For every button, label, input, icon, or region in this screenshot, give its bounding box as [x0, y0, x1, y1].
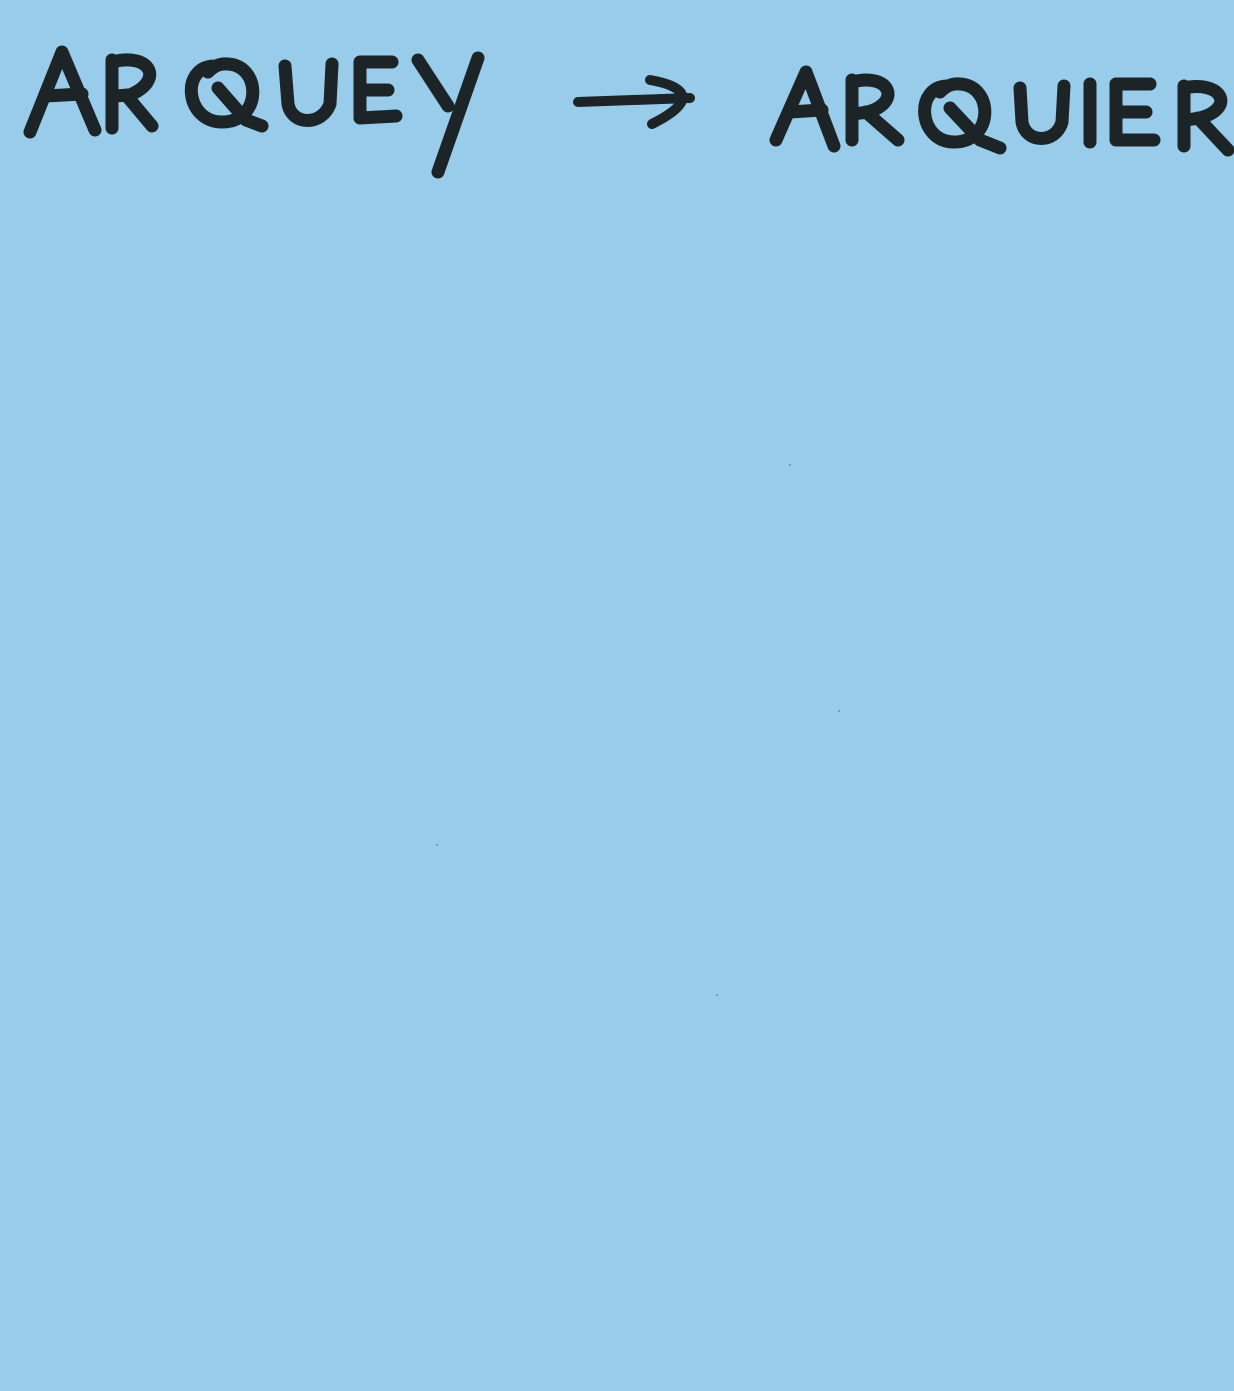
letter-q-2 — [918, 77, 1007, 155]
letter-q-1 — [185, 57, 269, 133]
handwritten-note — [23, 45, 1234, 179]
letter-r-3 — [1177, 79, 1234, 157]
letter-e-2 — [1109, 77, 1161, 147]
letter-a-1 — [23, 45, 102, 139]
letter-a-2 — [769, 65, 841, 153]
word-arquey — [23, 45, 485, 179]
paper-speck — [838, 710, 840, 712]
letter-y-1 — [411, 51, 485, 179]
paper-speck — [716, 994, 718, 996]
right-arrow-icon — [573, 75, 695, 129]
paper-speck — [436, 844, 438, 846]
letter-u-2 — [1013, 79, 1071, 145]
letter-r-1 — [105, 53, 159, 135]
letter-e-1 — [353, 55, 403, 125]
word-arquier — [769, 65, 1234, 157]
paper-speck — [789, 464, 791, 466]
sticky-note: ARQUEY ARQUIER — [0, 0, 1234, 1391]
letter-r-2 — [845, 73, 905, 147]
letter-u-1 — [278, 57, 339, 127]
